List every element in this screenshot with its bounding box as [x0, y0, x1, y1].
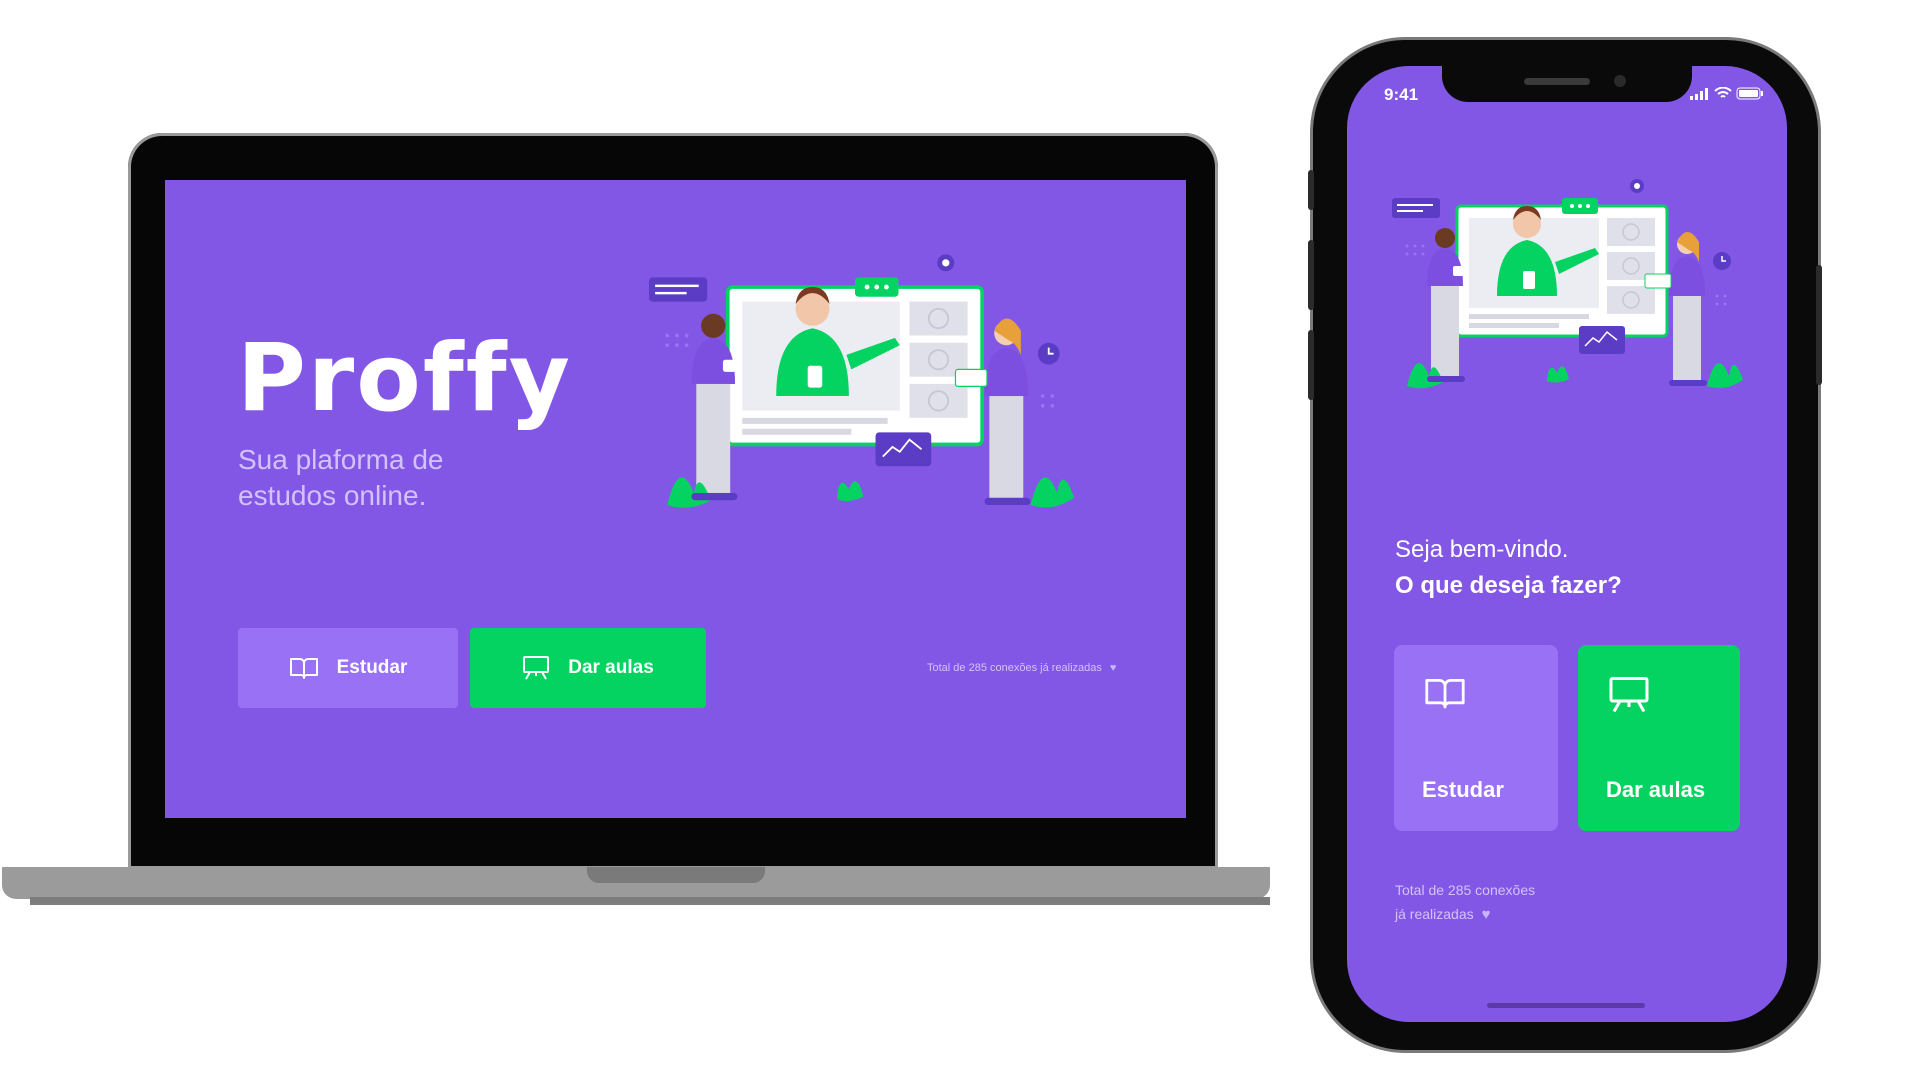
phone-notch — [1442, 66, 1692, 102]
mobile-study-button-label: Estudar — [1422, 777, 1504, 802]
app-logo: Proffy — [237, 324, 572, 433]
battery-icon — [1736, 87, 1763, 100]
welcome-message: Seja bem-vindo. O que deseja fazer? — [1395, 532, 1622, 604]
mobile-landing-screen: 9:41 Seja bem-vindo. O que deseja fazer?… — [1347, 66, 1787, 1022]
mobile-teach-button[interactable]: Dar aulas — [1578, 645, 1740, 831]
speaker-grille — [1524, 78, 1590, 85]
phone-volume-up — [1308, 240, 1314, 310]
laptop-base-shadow — [30, 897, 1270, 905]
phone-side-button — [1308, 170, 1314, 210]
presentation-board-icon — [1609, 677, 1649, 713]
book-open-icon — [1425, 679, 1465, 709]
mobile-total-line1: Total de 285 conexões — [1395, 882, 1536, 898]
study-button[interactable]: Estudar — [238, 628, 458, 708]
signal-icon — [1690, 88, 1708, 100]
desktop-landing-screen: Proffy Sua plaforma de estudos online. E… — [165, 180, 1186, 818]
phone-volume-down — [1308, 330, 1314, 400]
hero-illustration — [643, 250, 1079, 530]
phone-power-button — [1816, 265, 1822, 385]
welcome-question: O que deseja fazer? — [1395, 572, 1622, 599]
heart-icon: ♥ — [1481, 906, 1491, 923]
laptop-notch — [587, 867, 765, 883]
status-time: 9:41 — [1384, 85, 1419, 104]
heart-icon: ♥ — [1109, 662, 1117, 674]
home-indicator[interactable] — [1487, 1003, 1645, 1008]
tagline: Sua plaforma de estudos online. — [238, 444, 444, 511]
welcome-text: Seja bem-vindo. — [1395, 536, 1569, 563]
wifi-icon — [1714, 87, 1732, 98]
hero-illustration-mobile — [1387, 176, 1747, 406]
mobile-total-connections: Total de 285 conexões já realizadas ♥ — [1395, 878, 1595, 927]
teach-button[interactable]: Dar aulas — [470, 628, 706, 708]
book-open-icon — [289, 658, 318, 679]
total-connections: Total de 285 conexões já realizadas ♥ — [927, 662, 1116, 674]
total-connections-text: Total de 285 conexões já realizadas — [927, 662, 1102, 674]
study-button-label: Estudar — [336, 657, 408, 678]
mobile-study-button[interactable]: Estudar — [1394, 645, 1558, 831]
mobile-teach-button-label: Dar aulas — [1606, 777, 1706, 802]
teach-button-label: Dar aulas — [568, 657, 654, 678]
mobile-total-line2: já realizadas — [1395, 906, 1474, 922]
presentation-board-icon — [523, 656, 550, 680]
front-camera — [1614, 75, 1626, 87]
